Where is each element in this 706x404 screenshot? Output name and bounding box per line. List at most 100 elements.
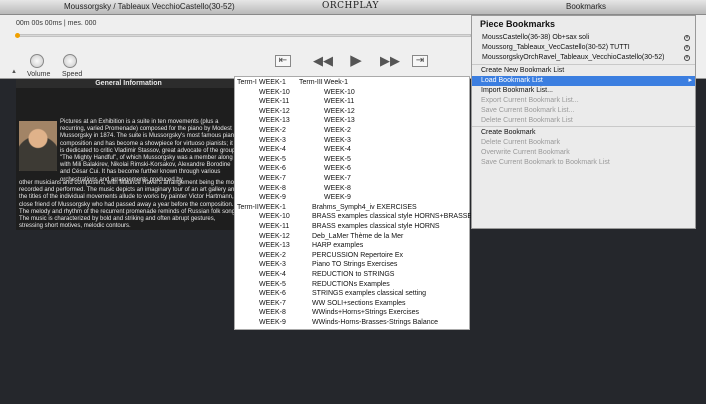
week-item[interactable]: WEEK-10	[324, 88, 355, 98]
bookmark-menu-item: Delete Current Bookmark List	[472, 116, 695, 126]
bookmark-list-item[interactable]: WW SOLI+sections Examples	[312, 299, 406, 309]
collapse-arrow-icon[interactable]: ▲	[11, 69, 17, 75]
week-item[interactable]: WEEK-10	[259, 88, 290, 98]
bookmarks-title: Bookmarks	[566, 2, 607, 11]
week-item[interactable]: WEEK-9	[259, 193, 286, 203]
menu-item-label: Export Current Bookmark List...	[481, 97, 579, 104]
speed-knob[interactable]	[63, 54, 77, 68]
week-item[interactable]: WEEK-13	[259, 116, 290, 126]
week-item[interactable]: WEEK-3	[324, 136, 351, 146]
info-title: General Information	[16, 79, 241, 88]
week-item[interactable]: WEEK-12	[259, 232, 290, 242]
week-item[interactable]: WEEK-5	[324, 155, 351, 165]
week-item[interactable]: WEEK-4	[324, 145, 351, 155]
bookmark-list-item[interactable]: REDUCTIONs Examples	[312, 280, 390, 290]
week-item[interactable]: WEEK-11	[324, 97, 354, 107]
piece-title: Moussorgsky / Tableaux VecchioCastello(3…	[64, 2, 235, 11]
bookmark-list-item[interactable]: BRASS examples classical style HORNS+BRA…	[312, 212, 477, 222]
week-item[interactable]: WEEK-3	[259, 136, 286, 146]
progress-bar[interactable]	[15, 33, 471, 38]
piece-bookmark-item[interactable]: MoussorgskyOrchRavel_Tableaux_VecchioCas…	[482, 53, 694, 63]
week-item[interactable]: WEEK-13	[259, 241, 290, 251]
piece-bookmark-item[interactable]: MoussCastello(36-38) Ob+sax soli ×	[482, 33, 694, 43]
week-item[interactable]: WEEK-8	[324, 184, 351, 194]
bookmark-menu-item: Export Current Bookmark List...	[472, 96, 695, 106]
go-start-icon[interactable]: ⇤	[275, 55, 291, 67]
bookmark-list-item[interactable]: REDUCTION to STRINGS	[312, 270, 394, 280]
bookmark-menu-item: Save Current Bookmark List...	[472, 106, 695, 116]
week-item[interactable]: WEEK-7	[324, 174, 351, 184]
week-item[interactable]: WEEK-12	[259, 107, 290, 117]
bookmark-menu-item[interactable]: Load Bookmark List ▸	[472, 76, 695, 86]
bookmark-list-submenu: Term-I WEEK-1 WEEK-10 WEEK-11 WEEK-12 WEEK-13…	[234, 76, 477, 330]
week-item[interactable]: WEEK-8	[259, 184, 286, 194]
week-item[interactable]: WEEK-13	[324, 116, 355, 126]
play-icon[interactable]: ▶	[346, 52, 366, 70]
volume-knob[interactable]	[30, 54, 44, 68]
bookmark-list-item[interactable]: Deb_LaMer Thème de la Mer	[312, 232, 403, 242]
week-item[interactable]: WEEK-1	[259, 203, 286, 213]
week-item[interactable]: WEEK-2	[259, 126, 286, 136]
menu-item-label: Import Bookmark List...	[481, 87, 553, 94]
week-item[interactable]: WEEK-6	[324, 164, 351, 174]
bookmark-list-item[interactable]: STRINGS examples classical setting	[312, 289, 426, 299]
menu-separator	[472, 64, 695, 65]
week-item[interactable]: Week-1	[324, 78, 348, 88]
week-item[interactable]: WEEK-5	[259, 280, 286, 290]
week-item[interactable]: WEEK-9	[259, 318, 286, 328]
remove-bookmark-icon[interactable]: ×	[684, 45, 690, 51]
time-value: 00m 00s 00ms	[16, 20, 62, 27]
week-item[interactable]: WEEK-10	[259, 212, 290, 222]
bookmark-list-item[interactable]: HARP examples	[312, 241, 363, 251]
week-item[interactable]: WEEK-6	[259, 289, 286, 299]
piece-bookmark-item[interactable]: Moussorg_Tableaux_VecCastello(30-52) TUT…	[482, 43, 694, 53]
title-bar: Moussorgsky / Tableaux VecchioCastello(3…	[0, 0, 706, 15]
bookmark-list-item[interactable]: Brahms_Symph4_iv EXERCISES	[312, 203, 417, 213]
submenu-arrow-icon: ▸	[688, 77, 692, 84]
week-item[interactable]: WEEK-8	[259, 308, 286, 318]
progress-handle[interactable]	[15, 33, 20, 38]
menu-item-label: Delete Current Bookmark List	[481, 117, 573, 124]
piece-bookmarks-header: Piece Bookmarks	[480, 19, 556, 29]
bookmarks-panel: Piece Bookmarks MoussCastello(36-38) Ob+…	[471, 15, 696, 229]
week-item[interactable]: WEEK-6	[259, 164, 286, 174]
go-end-icon[interactable]: ⇥	[412, 55, 428, 67]
week-item[interactable]: WEEK-5	[259, 155, 286, 165]
bookmark-list-item[interactable]: WWinds+Horns+Strings Exercises	[312, 308, 419, 318]
week-item[interactable]: WEEK-4	[259, 270, 286, 280]
bookmark-list-item[interactable]: BRASS examples classical style HORNS	[312, 222, 440, 232]
fast-forward-icon[interactable]: ▶▶	[378, 52, 402, 70]
menu-item-label: Save Current Bookmark to Bookmark List	[481, 159, 610, 166]
bookmark-list-item[interactable]: Piano TO Strings Exercises	[312, 260, 397, 270]
week-item[interactable]: WEEK-11	[259, 222, 289, 232]
piece-bookmark-label: Moussorg_Tableaux_VecCastello(30-52) TUT…	[482, 44, 630, 51]
general-information-panel: General Information Pictures at an Exhib…	[16, 79, 241, 230]
week-item[interactable]: WEEK-9	[324, 193, 351, 203]
term-label: Term-I	[237, 79, 257, 86]
menu-item-label: Create New Bookmark List	[481, 67, 565, 74]
week-item[interactable]: WEEK-2	[324, 126, 351, 136]
week-item[interactable]: WEEK-2	[259, 251, 286, 261]
week-item[interactable]: WEEK-1	[259, 78, 286, 88]
bookmark-menu-item: Delete Current Bookmark	[472, 138, 695, 148]
menu-item-label: Load Bookmark List	[481, 77, 543, 84]
week-item[interactable]: WEEK-7	[259, 299, 286, 309]
volume-label: Volume	[27, 71, 51, 78]
week-item[interactable]: WEEK-3	[259, 260, 286, 270]
bookmark-menu-item[interactable]: Import Bookmark List...	[472, 86, 695, 96]
week-item[interactable]: WEEK-12	[324, 107, 355, 117]
bookmark-menu-item[interactable]: Create New Bookmark List	[472, 66, 695, 76]
week-item[interactable]: WEEK-7	[259, 174, 286, 184]
rewind-icon[interactable]: ◀◀	[311, 52, 335, 70]
bookmark-list-item[interactable]: WWinds-Horns-Brasses-Strings Balance	[312, 318, 438, 328]
remove-bookmark-icon[interactable]: ×	[684, 35, 690, 41]
bookmark-menu-item[interactable]: Create Bookmark	[472, 128, 695, 138]
term-label: Term-II	[237, 203, 259, 211]
bookmark-menu-item: Overwrite Current Bookmark	[472, 148, 695, 158]
menu-item-label: Overwrite Current Bookmark	[481, 149, 570, 156]
week-item[interactable]: WEEK-4	[259, 145, 286, 155]
bookmark-list-item[interactable]: PERCUSSION Repertoire Ex	[312, 251, 403, 261]
week-item[interactable]: WEEK-11	[259, 97, 289, 107]
piece-bookmark-label: MoussCastello(36-38) Ob+sax soli	[482, 34, 590, 41]
remove-bookmark-icon[interactable]: ×	[684, 55, 690, 61]
